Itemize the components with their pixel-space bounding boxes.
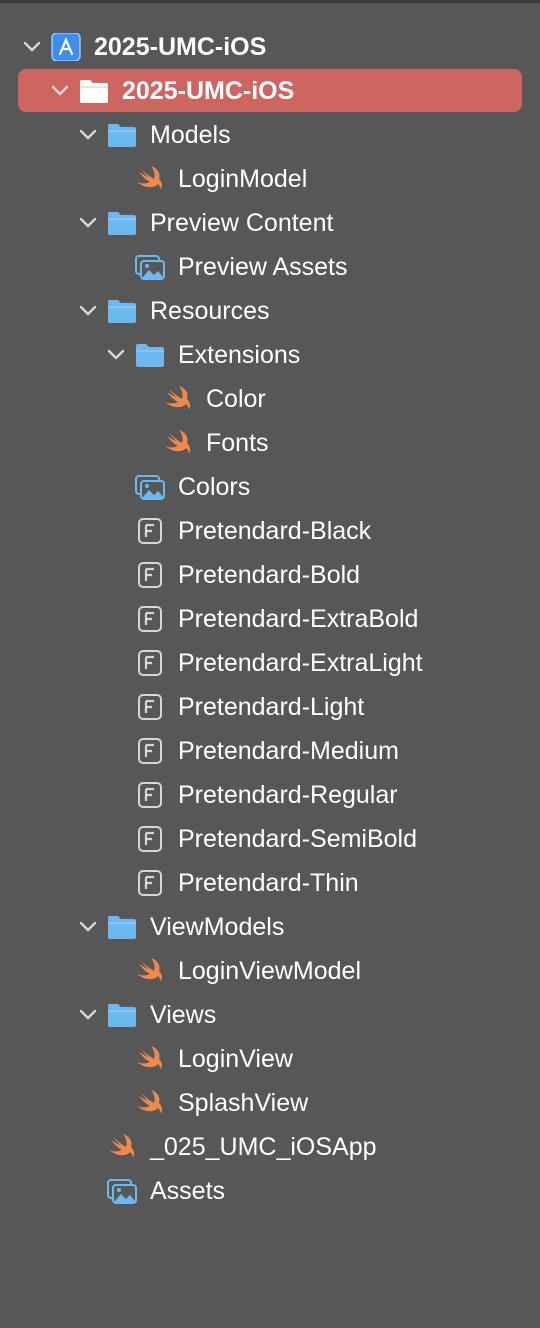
font-file-icon bbox=[134, 693, 166, 721]
tree-row-assets[interactable]: Assets bbox=[0, 1169, 540, 1213]
tree-row-2025-umc-ios[interactable]: 2025-UMC-iOS bbox=[0, 25, 540, 69]
folder-icon bbox=[106, 913, 138, 941]
swift-file-icon bbox=[134, 1045, 166, 1073]
chevron-down-icon[interactable] bbox=[22, 37, 42, 57]
tree-row-label: Pretendard-ExtraBold bbox=[178, 605, 419, 633]
tree-row-preview-content[interactable]: Preview Content bbox=[0, 201, 540, 245]
swift-file-icon bbox=[106, 1133, 138, 1161]
asset-catalog-icon bbox=[106, 1177, 138, 1205]
chevron-down-icon[interactable] bbox=[106, 345, 126, 365]
tree-row-pretendard-thin[interactable]: Pretendard-Thin bbox=[0, 861, 540, 905]
tree-row-label: Pretendard-Thin bbox=[178, 869, 359, 897]
folder-icon bbox=[78, 77, 110, 105]
tree-row-viewmodels[interactable]: ViewModels bbox=[0, 905, 540, 949]
swift-file-icon bbox=[134, 1089, 166, 1117]
font-file-icon bbox=[134, 869, 166, 897]
tree-row-label: Pretendard-Medium bbox=[178, 737, 399, 765]
tree-row-extensions[interactable]: Extensions bbox=[0, 333, 540, 377]
tree-row-label: Pretendard-ExtraLight bbox=[178, 649, 423, 677]
chevron-down-icon[interactable] bbox=[78, 125, 98, 145]
folder-icon bbox=[134, 341, 166, 369]
tree-row-colors[interactable]: Colors bbox=[0, 465, 540, 509]
tree-row-preview-assets[interactable]: Preview Assets bbox=[0, 245, 540, 289]
tree-row-2025-umc-ios[interactable]: 2025-UMC-iOS bbox=[0, 69, 540, 113]
tree-row-pretendard-medium[interactable]: Pretendard-Medium bbox=[0, 729, 540, 773]
font-file-icon bbox=[134, 605, 166, 633]
tree-row-resources[interactable]: Resources bbox=[0, 289, 540, 333]
folder-icon bbox=[106, 121, 138, 149]
tree-row-label: Pretendard-Black bbox=[178, 517, 372, 545]
tree-row-label: 2025-UMC-iOS bbox=[122, 77, 295, 105]
font-file-icon bbox=[134, 517, 166, 545]
tree-row-pretendard-semibold[interactable]: Pretendard-SemiBold bbox=[0, 817, 540, 861]
tree-row-loginview[interactable]: LoginView bbox=[0, 1037, 540, 1081]
tree-row-label: Preview Content bbox=[150, 209, 334, 237]
tree-row-models[interactable]: Models bbox=[0, 113, 540, 157]
asset-catalog-icon bbox=[134, 253, 166, 281]
tree-row-pretendard-bold[interactable]: Pretendard-Bold bbox=[0, 553, 540, 597]
font-file-icon bbox=[134, 781, 166, 809]
font-file-icon bbox=[134, 649, 166, 677]
chevron-down-icon[interactable] bbox=[78, 917, 98, 937]
tree-row-label: Fonts bbox=[206, 429, 269, 457]
tree-row-label: Colors bbox=[178, 473, 251, 501]
chevron-down-icon[interactable] bbox=[50, 81, 70, 101]
tree-row-loginviewmodel[interactable]: LoginViewModel bbox=[0, 949, 540, 993]
tree-row-pretendard-extrabold[interactable]: Pretendard-ExtraBold bbox=[0, 597, 540, 641]
tree-row-025-umc-iosapp[interactable]: _025_UMC_iOSApp bbox=[0, 1125, 540, 1169]
tree-row-label: Pretendard-Bold bbox=[178, 561, 361, 589]
chevron-down-icon[interactable] bbox=[78, 213, 98, 233]
tree-row-splashview[interactable]: SplashView bbox=[0, 1081, 540, 1125]
swift-file-icon bbox=[162, 385, 194, 413]
folder-icon bbox=[106, 209, 138, 237]
tree-row-loginmodel[interactable]: LoginModel bbox=[0, 157, 540, 201]
tree-row-label: LoginModel bbox=[178, 165, 308, 193]
font-file-icon bbox=[134, 561, 166, 589]
tree-row-pretendard-light[interactable]: Pretendard-Light bbox=[0, 685, 540, 729]
tree-row-label: Assets bbox=[150, 1177, 226, 1205]
tree-row-pretendard-regular[interactable]: Pretendard-Regular bbox=[0, 773, 540, 817]
tree-row-label: Resources bbox=[150, 297, 270, 325]
project-navigator: 2025-UMC-iOS 2025-UMC-iOS Models LoginMo… bbox=[0, 0, 540, 1328]
tree-row-label: LoginView bbox=[178, 1045, 293, 1073]
tree-row-label: _025_UMC_iOSApp bbox=[150, 1133, 377, 1161]
font-file-icon bbox=[134, 825, 166, 853]
tree-row-label: Views bbox=[150, 1001, 217, 1029]
tree-row-pretendard-extralight[interactable]: Pretendard-ExtraLight bbox=[0, 641, 540, 685]
chevron-down-icon[interactable] bbox=[78, 301, 98, 321]
tree-row-label: Models bbox=[150, 121, 231, 149]
swift-file-icon bbox=[134, 165, 166, 193]
tree-row-label: 2025-UMC-iOS bbox=[94, 33, 267, 61]
tree-row-label: Color bbox=[206, 385, 266, 413]
tree-row-label: Pretendard-Regular bbox=[178, 781, 398, 809]
tree-row-label: Extensions bbox=[178, 341, 301, 369]
xcode-project-icon bbox=[50, 32, 82, 62]
tree-row-fonts[interactable]: Fonts bbox=[0, 421, 540, 465]
folder-icon bbox=[106, 297, 138, 325]
tree-row-label: Pretendard-Light bbox=[178, 693, 365, 721]
folder-icon bbox=[106, 1001, 138, 1029]
chevron-down-icon[interactable] bbox=[78, 1005, 98, 1025]
tree-row-label: Pretendard-SemiBold bbox=[178, 825, 418, 853]
tree-row-label: Preview Assets bbox=[178, 253, 348, 281]
tree-row-label: ViewModels bbox=[150, 913, 285, 941]
tree-row-views[interactable]: Views bbox=[0, 993, 540, 1037]
tree-row-pretendard-black[interactable]: Pretendard-Black bbox=[0, 509, 540, 553]
asset-catalog-icon bbox=[134, 473, 166, 501]
swift-file-icon bbox=[134, 957, 166, 985]
tree-row-color[interactable]: Color bbox=[0, 377, 540, 421]
tree-row-label: SplashView bbox=[178, 1089, 309, 1117]
swift-file-icon bbox=[162, 429, 194, 457]
font-file-icon bbox=[134, 737, 166, 765]
tree-row-label: LoginViewModel bbox=[178, 957, 361, 985]
